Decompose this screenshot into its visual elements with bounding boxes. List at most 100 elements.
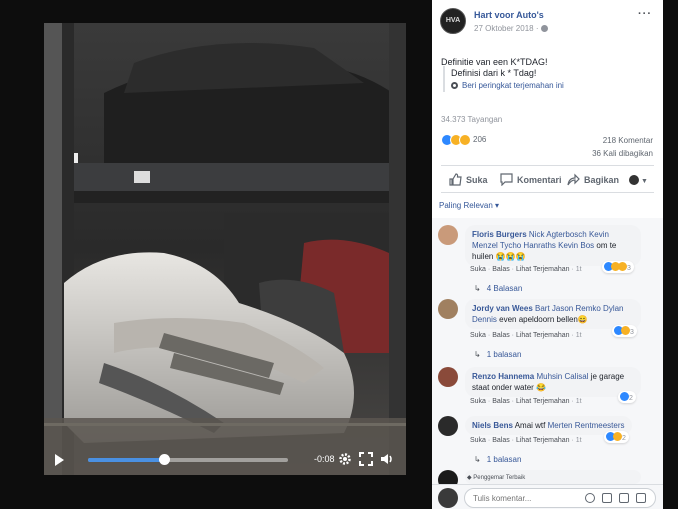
thumbs-up-icon [449, 173, 462, 186]
chevron-down-icon: ▼ [641, 178, 648, 185]
comment-meta: Suka · Balas · Lihat Terjemahan · 1t [470, 437, 582, 444]
commenter-avatar[interactable] [438, 225, 458, 245]
comment-meta: Suka · Balas · Lihat Terjemahan · 1t [470, 332, 582, 339]
progress-fill [88, 458, 164, 462]
play-icon[interactable] [52, 453, 66, 467]
scrollbar[interactable] [663, 0, 678, 509]
tagged-users[interactable]: Merten Rentmeesters [548, 421, 625, 430]
emoji-icon[interactable] [585, 493, 595, 503]
commenter-name[interactable]: Renzo Hannema [472, 372, 534, 381]
commenter-name[interactable]: Niels Bens [472, 421, 513, 430]
video-player[interactable]: -0:08 [44, 23, 406, 475]
reply-arrow-icon: ↳ [474, 284, 481, 293]
comment-button[interactable]: Komentari [500, 170, 562, 190]
see-translation-link[interactable]: Lihat Terjemahan [516, 332, 570, 339]
comment-bubble: Jordy van Wees Bart Jason Remko Dylan De… [465, 299, 641, 329]
sticker-icon[interactable] [636, 493, 646, 503]
replies-label: 1 balasan [486, 350, 522, 359]
comment-age: 1t [575, 266, 582, 273]
see-translation-link[interactable]: Lihat Terjemahan [516, 266, 570, 273]
facebook-video-viewer: -0:08 HVA Hart voor Auto's 27 Oktober 20… [0, 0, 678, 509]
post-date-text: 27 Oktober 2018 · [474, 24, 539, 33]
comment-bubble: Floris Burgers Nick Agterbosch Kevin Men… [465, 225, 641, 266]
view-replies-link[interactable]: ↳ 1 balasan [474, 455, 521, 464]
current-user-avatar [438, 488, 458, 508]
comment-reactions[interactable]: 2 [618, 391, 636, 403]
time-remaining: -0:08 [314, 454, 335, 464]
globe-icon [541, 25, 549, 32]
comment-age: 1t [575, 437, 582, 444]
share-count-link[interactable]: 36 Kali dibagikan [592, 149, 653, 158]
post-date[interactable]: 27 Oktober 2018 · [474, 24, 549, 33]
comment-reaction-count: 2 [628, 395, 633, 402]
commenter-name[interactable]: Jordy van Wees [472, 304, 533, 313]
comment-text: Amai wtf [514, 421, 546, 430]
tagged-users[interactable]: Muhsin Calisal [536, 372, 588, 381]
fullscreen-icon[interactable] [359, 452, 373, 466]
wow-reaction-icon [618, 262, 627, 271]
comment-reaction-count: 3 [629, 329, 634, 336]
view-replies-link[interactable]: ↳ 4 Balasan [474, 284, 522, 293]
top-fan-label: Penggemar Terbaik [473, 475, 526, 481]
comment-meta: Suka · Balas · Lihat Terjemahan · 1t [470, 398, 582, 405]
see-translation-link[interactable]: Lihat Terjemahan [516, 437, 570, 444]
volume-icon[interactable] [380, 452, 394, 466]
comment-count-link[interactable]: 218 Komentar [603, 136, 653, 145]
reaction-count: 206 [473, 135, 487, 144]
commenter-avatar[interactable] [438, 299, 458, 319]
rate-translation-link[interactable]: Beri peringkat terjemahan ini [451, 80, 564, 92]
divider [441, 192, 654, 193]
page-name-link[interactable]: Hart voor Auto's [474, 10, 544, 20]
gif-icon[interactable] [619, 493, 629, 503]
comment-age: 1t [575, 332, 582, 339]
avatar-text: HVA [445, 17, 461, 24]
post-actions: Suka Komentari Bagikan ▼ [441, 170, 654, 190]
comment-reactions[interactable]: 3 [612, 325, 637, 337]
wow-reaction-icon [459, 134, 471, 146]
comment-reactions[interactable]: 2 [604, 431, 629, 443]
progress-bar[interactable] [88, 454, 288, 465]
comment-sort-dropdown[interactable]: Paling Relevan ▾ [439, 201, 499, 210]
view-replies-link[interactable]: ↳ 1 balasan [474, 350, 521, 359]
comment-reaction-count: 3 [626, 265, 631, 272]
comment-like-link[interactable]: Suka [470, 332, 486, 339]
reply-arrow-icon: ↳ [474, 455, 481, 464]
comment-reply-link[interactable]: Balas [492, 437, 510, 444]
share-button[interactable]: Bagikan [567, 170, 619, 190]
post-panel: HVA Hart voor Auto's 27 Oktober 2018 · ·… [432, 0, 663, 509]
view-count: 34.373 Tayangan [441, 115, 503, 124]
comment-like-link[interactable]: Suka [470, 437, 486, 444]
share-as-selector[interactable]: ▼ [629, 170, 648, 190]
comment-like-link[interactable]: Suka [470, 398, 486, 405]
comment-reactions[interactable]: 3 [602, 261, 634, 273]
gear-icon [451, 82, 458, 89]
commenter-name[interactable]: Floris Burgers [472, 230, 527, 239]
settings-gear-icon[interactable] [338, 452, 352, 466]
replies-label: 4 Balasan [486, 284, 523, 293]
video-controls: -0:08 [44, 445, 406, 475]
commenter-avatar[interactable] [438, 367, 458, 387]
camera-icon[interactable] [602, 493, 612, 503]
comment-bubble: Renzo Hannema Muhsin Calisal je garage s… [465, 367, 641, 397]
see-translation-link[interactable]: Lihat Terjemahan [516, 398, 570, 405]
more-options-button[interactable]: ··· [638, 8, 652, 20]
comment-bubble-icon [500, 173, 513, 187]
progress-handle[interactable] [159, 454, 170, 465]
comment-like-link[interactable]: Suka [470, 266, 486, 273]
comment-reply-link[interactable]: Balas [492, 398, 510, 405]
like-button[interactable]: Suka [449, 170, 488, 190]
share-label: Bagikan [584, 175, 620, 185]
comment-reply-link[interactable]: Balas [492, 332, 510, 339]
reply-arrow-icon: ↳ [474, 350, 481, 359]
rate-translation-label: Beri peringkat terjemahan ini [462, 81, 564, 90]
sad-reaction-icon [613, 432, 622, 441]
page-avatar[interactable]: HVA [440, 8, 466, 34]
commenter-avatar[interactable] [438, 416, 458, 436]
replies-label: 1 balasan [486, 455, 522, 464]
video-backdrop: -0:08 [0, 0, 432, 509]
translation-block: Definisi dari k * Tdag! Beri peringkat t… [443, 66, 564, 92]
comment-reply-link[interactable]: Balas [492, 266, 510, 273]
wow-reaction-icon [621, 326, 630, 335]
comment-age: 1t [575, 398, 582, 405]
video-frame-garage-flood [44, 23, 406, 475]
